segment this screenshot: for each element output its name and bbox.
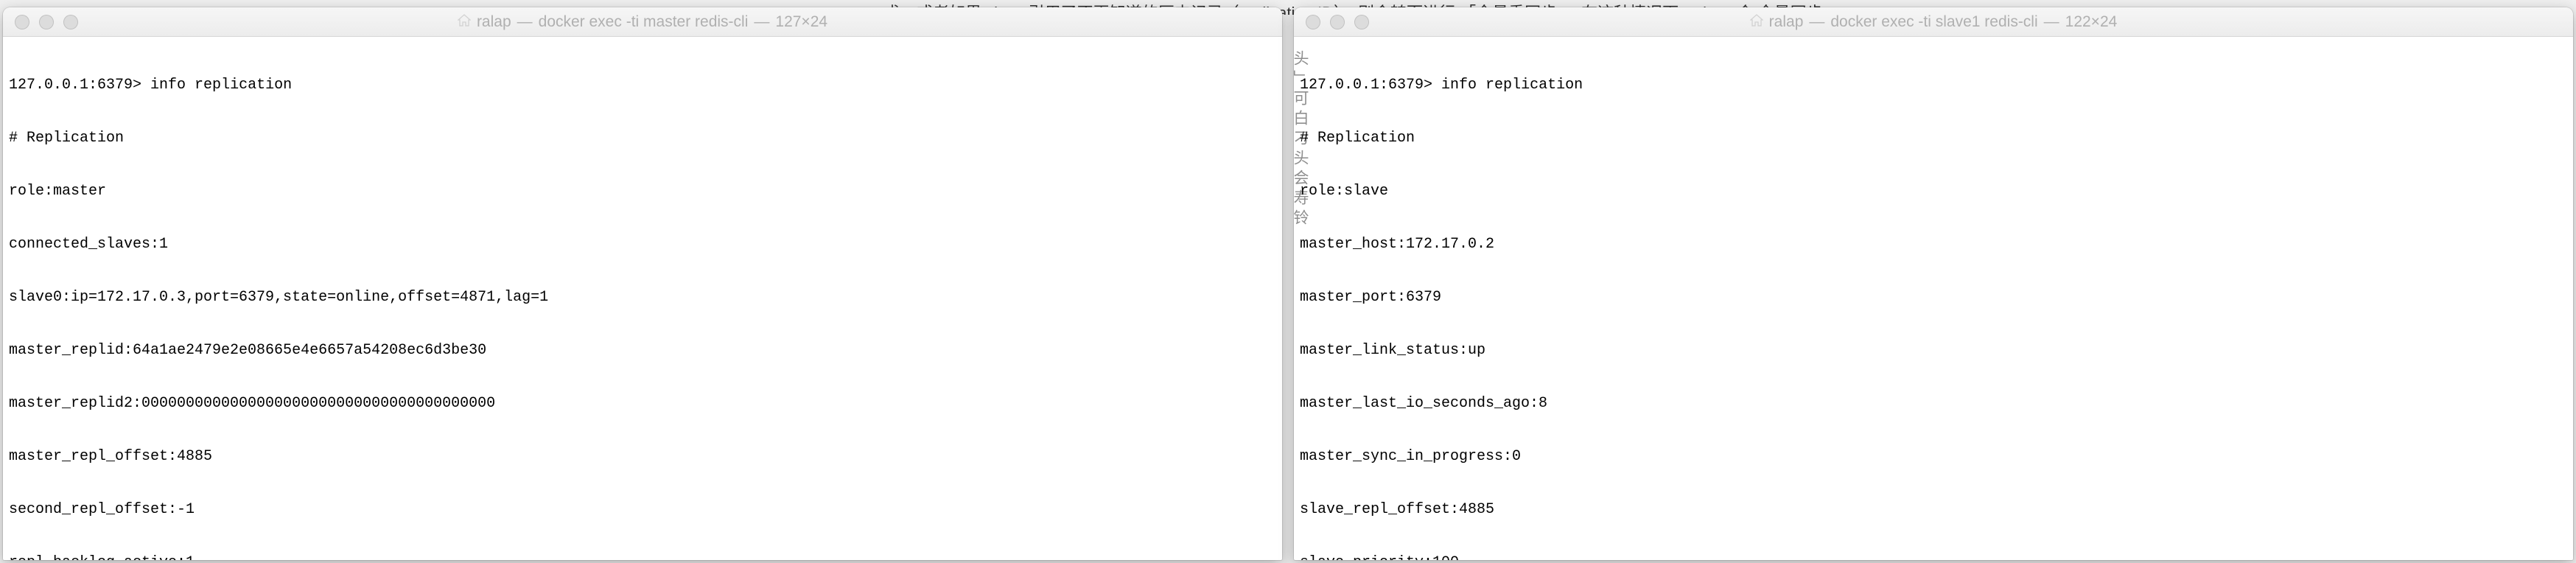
title-user: ralap [477,13,511,31]
terminal-window-slave: 头」可白刁头会寿铃 ralap — docker exec -ti slave1… [1294,7,2573,560]
title-command: docker exec -ti master redis-cli [539,13,749,31]
home-icon [1750,13,1763,31]
output-line: slave0:ip=172.17.0.3,port=6379,state=onl… [9,289,1276,307]
output-line: master_repl_offset:4885 [9,448,1276,466]
output-line: master_link_status:up [1300,342,2567,360]
close-icon[interactable] [15,15,29,29]
output-line: slave_priority:100 [1300,554,2567,560]
output-line: master_replid2:0000000000000000000000000… [9,395,1276,413]
prompt-line: 127.0.0.1:6379> info replication [9,77,1276,94]
output-line: connected_slaves:1 [9,236,1276,253]
traffic-lights [1306,15,1369,29]
window-title: ralap — docker exec -ti slave1 redis-cli… [1294,13,2573,31]
command-input: info replication [150,77,292,94]
output-line: second_repl_offset:-1 [9,501,1276,519]
output-line: # Replication [9,130,1276,147]
output-line: master_port:6379 [1300,289,2567,307]
title-user: ralap [1769,13,1804,31]
zoom-icon[interactable] [1354,15,1369,29]
windows-container: ralap — docker exec -ti master redis-cli… [0,0,2576,563]
terminal-window-master: ralap — docker exec -ti master redis-cli… [3,7,1282,560]
output-line: master_sync_in_progress:0 [1300,448,2567,466]
output-line: role:slave [1300,183,2567,200]
title-bar[interactable]: ralap — docker exec -ti master redis-cli… [3,7,1282,37]
output-line: role:master [9,183,1276,200]
terminal-body[interactable]: 127.0.0.1:6379> info replication # Repli… [1294,37,2573,560]
title-dimensions: 122×24 [2065,13,2118,31]
output-line: master_host:172.17.0.2 [1300,236,2567,253]
output-line: # Replication [1300,130,2567,147]
title-command: docker exec -ti slave1 redis-cli [1830,13,2037,31]
zoom-icon[interactable] [63,15,78,29]
title-bar[interactable]: ralap — docker exec -ti slave1 redis-cli… [1294,7,2573,37]
minimize-icon[interactable] [39,15,54,29]
close-icon[interactable] [1306,15,1320,29]
prompt: 127.0.0.1:6379> [1300,77,1432,94]
command-input: info replication [1441,77,1583,94]
traffic-lights [15,15,78,29]
home-icon [458,13,471,31]
prompt-line: 127.0.0.1:6379> info replication [1300,77,2567,94]
minimize-icon[interactable] [1330,15,1345,29]
window-title: ralap — docker exec -ti master redis-cli… [3,13,1282,31]
prompt: 127.0.0.1:6379> [9,77,141,94]
terminal-body[interactable]: 127.0.0.1:6379> info replication # Repli… [3,37,1282,560]
output-line: master_replid:64a1ae2479e2e08665e4e6657a… [9,342,1276,360]
title-dimensions: 127×24 [775,13,827,31]
output-line: master_last_io_seconds_ago:8 [1300,395,2567,413]
output-line: repl_backlog_active:1 [9,554,1276,560]
output-line: slave_repl_offset:4885 [1300,501,2567,519]
